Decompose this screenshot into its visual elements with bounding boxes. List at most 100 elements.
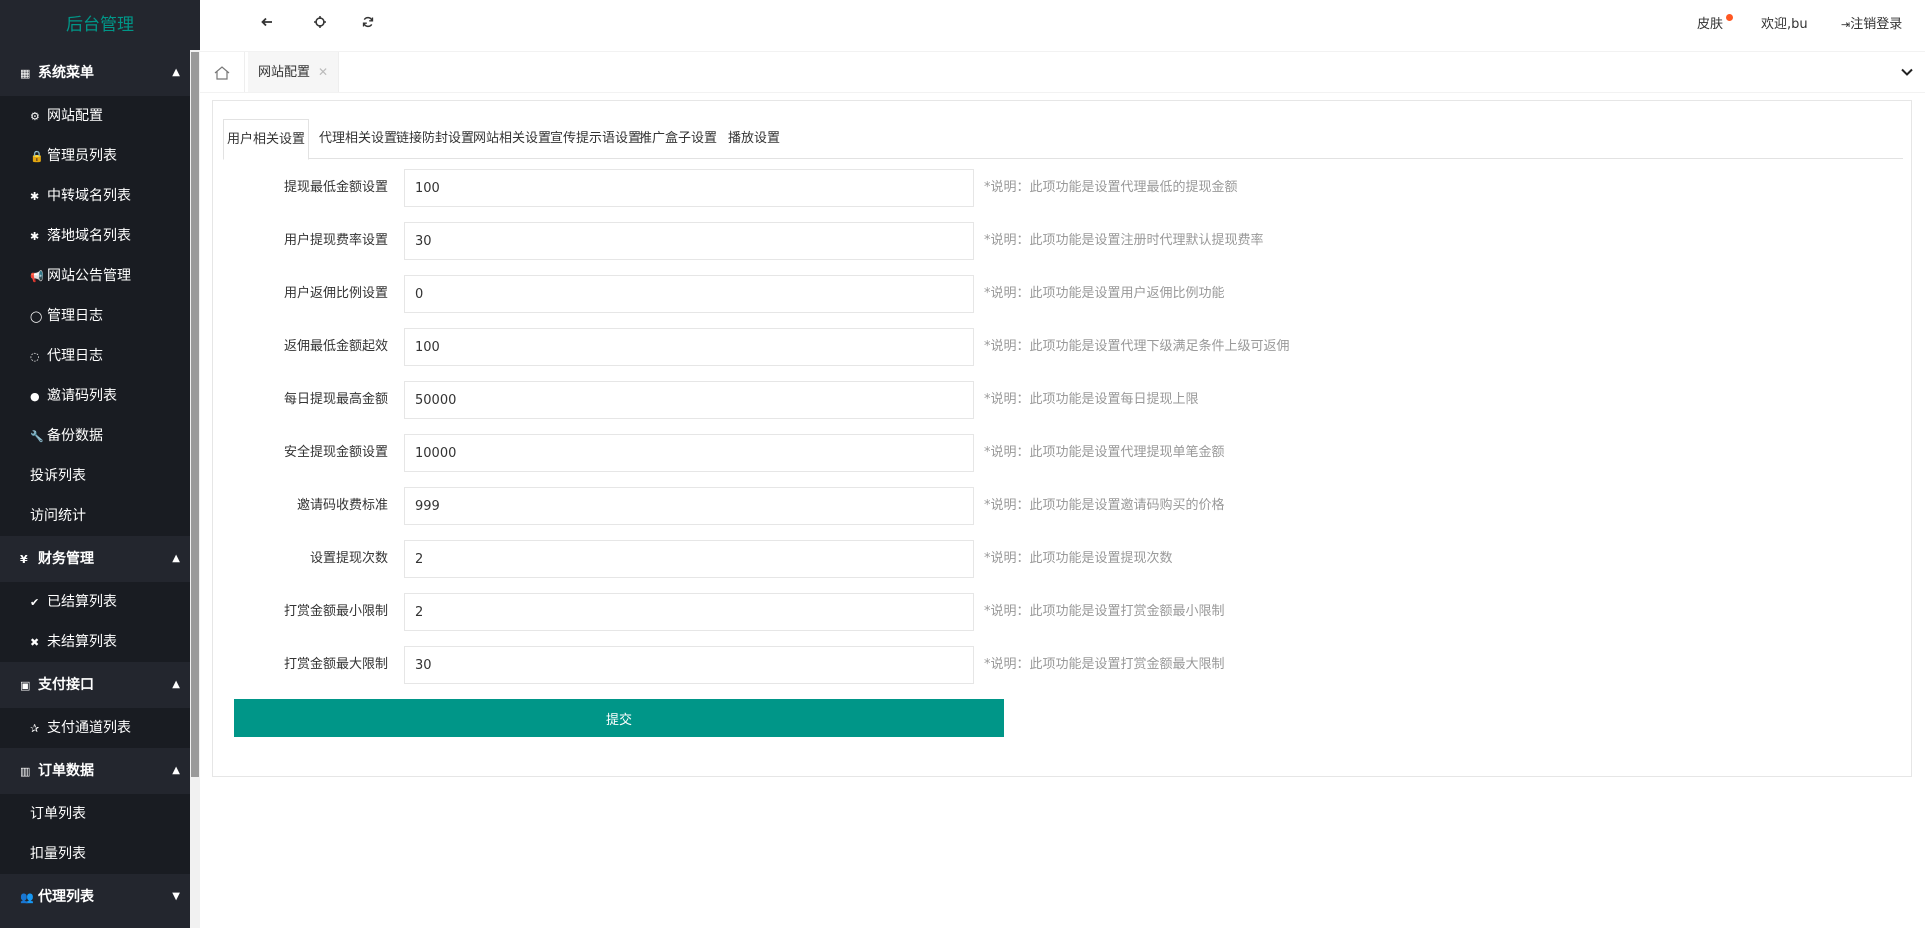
sidebar-item-label: 邀请码列表 — [47, 388, 117, 404]
sidebar-item[interactable]: 访问统计 — [0, 496, 190, 536]
field-input[interactable] — [404, 328, 974, 366]
sidebar-item[interactable]: ✱ 落地域名列表 — [0, 216, 190, 256]
field-tip: *说明：此项功能是设置注册时代理默认提现费率 — [984, 233, 1264, 248]
sidebar-item-label: 已结算列表 — [47, 594, 117, 610]
sidebar-item[interactable]: ✰ 支付通道列表 — [0, 708, 190, 748]
settings-tab[interactable]: 代理相关设置 — [319, 119, 397, 159]
field-tip: *说明：此项功能是设置邀请码购买的价格 — [984, 498, 1225, 513]
field-label: 打赏金额最小限制 — [283, 604, 388, 619]
sidebar-item[interactable]: 订单列表 — [0, 794, 190, 834]
field-tip: *说明：此项功能是设置打赏金额最大限制 — [984, 657, 1225, 672]
form-row: 每日提现最高金额 *说明：此项功能是设置每日提现上限 — [234, 381, 1834, 419]
field-input[interactable] — [404, 646, 974, 684]
form-row: 用户返佣比例设置 *说明：此项功能是设置用户返佣比例功能 — [234, 275, 1834, 313]
sidebar-item-label: 网站公告管理 — [47, 268, 131, 284]
field-label: 邀请码收费标准 — [296, 498, 388, 513]
fullscreen-icon[interactable] — [310, 15, 330, 35]
field-label: 打赏金额最大限制 — [283, 657, 388, 672]
skin-menu[interactable]: 皮肤 — [1697, 0, 1734, 50]
field-input[interactable] — [404, 381, 974, 419]
tab-dropdown-chevron-icon[interactable] — [1901, 52, 1913, 92]
field-input[interactable] — [404, 434, 974, 472]
settings-tab[interactable]: 宣传提示语设置 — [550, 119, 641, 159]
field-tip: *说明：此项功能是设置代理下级满足条件上级可返佣 — [984, 339, 1290, 354]
sidebar-item[interactable]: ✱ 中转域名列表 — [0, 176, 190, 216]
back-arrow-icon[interactable] — [257, 15, 277, 35]
settings-tab[interactable]: 用户相关设置 — [223, 119, 310, 160]
close-tab-icon[interactable]: ✕ — [318, 65, 328, 79]
refresh-icon[interactable] — [358, 15, 378, 35]
field-label: 设置提现次数 — [309, 551, 388, 566]
sidebar-group-items: 订单列表 扣量列表 — [0, 794, 190, 874]
sidebar-group-title: 系统菜单 — [38, 65, 94, 81]
sidebar-item-label: 中转域名列表 — [47, 188, 131, 204]
app-logo[interactable]: 后台管理 — [0, 0, 200, 50]
sidebar-item[interactable]: 📢 网站公告管理 — [0, 256, 190, 296]
times-icon: ✖ — [30, 636, 40, 649]
field-tip: *说明：此项功能是设置提现次数 — [984, 551, 1173, 566]
check-icon: ✔ — [30, 596, 40, 609]
settings-tab[interactable]: 链接防封设置 — [396, 119, 474, 159]
bullhorn-icon: 📢 — [30, 270, 44, 283]
caret-up-icon: ▲ — [172, 679, 180, 690]
home-tab[interactable] — [200, 52, 245, 92]
sidebar-item[interactable]: ✔ 已结算列表 — [0, 582, 190, 622]
welcome-user[interactable]: 欢迎,bu — [1761, 0, 1808, 50]
settings-tab[interactable]: 网站相关设置 — [473, 119, 551, 159]
sidebar-group-header[interactable]: ▥ 订单数据 ▲ — [0, 748, 190, 794]
sidebar-group-header[interactable]: ¥ 财务管理 ▲ — [0, 536, 190, 582]
sidebar-item[interactable]: ● 邀请码列表 — [0, 376, 190, 416]
sidebar-item[interactable]: ◌ 代理日志 — [0, 336, 190, 376]
sidebar-group-title: 代理列表 — [38, 889, 94, 905]
sidebar-item-label: 备份数据 — [47, 428, 103, 444]
tab-label: 网站配置 — [258, 65, 311, 80]
sidebar-group-title: 支付接口 — [38, 677, 94, 693]
form-row: 打赏金额最大限制 *说明：此项功能是设置打赏金额最大限制 — [234, 646, 1834, 684]
sidebar-item[interactable]: ✖ 未结算列表 — [0, 622, 190, 662]
sidebar-item-label: 支付通道列表 — [47, 720, 131, 736]
field-input[interactable] — [404, 487, 974, 525]
settings-tab[interactable]: 推广盒子设置 — [639, 119, 717, 159]
settings-panel: 用户相关设置 代理相关设置 链接防封设置 网站相关设置 宣传提示语设置 推广盒子设置 播放设… — [212, 100, 1912, 777]
sidebar-group-header[interactable]: ▦ 系统菜单 ▲ — [0, 50, 190, 96]
field-input[interactable] — [404, 169, 974, 207]
sidebar-item-label: 投诉列表 — [30, 468, 86, 484]
sidebar-item[interactable]: 扣量列表 — [0, 834, 190, 874]
form-row: 打赏金额最小限制 *说明：此项功能是设置打赏金额最小限制 — [234, 593, 1834, 631]
sidebar-scrollbar-thumb[interactable] — [191, 52, 199, 777]
field-label: 提现最低金额设置 — [283, 180, 388, 195]
form-row: 安全提现金额设置 *说明：此项功能是设置代理提现单笔金额 — [234, 434, 1834, 472]
logout-link[interactable]: ⇥注销登录 — [1841, 0, 1902, 50]
sidebar-item[interactable]: 🔧 备份数据 — [0, 416, 190, 456]
sidebar-item[interactable]: ◯ 管理日志 — [0, 296, 190, 336]
caret-down-icon: ▼ — [172, 891, 180, 902]
field-input[interactable] — [404, 593, 974, 631]
field-label: 用户返佣比例设置 — [283, 286, 388, 301]
sidebar-item-label: 管理员列表 — [47, 148, 117, 164]
field-tip: *说明：此项功能是设置每日提现上限 — [984, 392, 1199, 407]
sidebar-item[interactable]: 投诉列表 — [0, 456, 190, 496]
bar-chart-icon: ▥ — [20, 765, 31, 778]
settings-tab[interactable]: 播放设置 — [728, 119, 780, 159]
home-icon — [214, 65, 230, 80]
field-input[interactable] — [404, 275, 974, 313]
comments-icon: ◌ — [30, 350, 40, 363]
form-row: 提现最低金额设置 *说明：此项功能是设置代理最低的提现金额 — [234, 169, 1834, 207]
submit-button[interactable]: 提交 — [234, 699, 1004, 737]
gear-icon: ✱ — [30, 230, 40, 243]
sidebar-item[interactable]: ⚙ 网站配置 — [0, 96, 190, 136]
grid-icon: ▦ — [20, 67, 31, 80]
sidebar-group-header[interactable]: ▣ 支付接口 ▲ — [0, 662, 190, 708]
field-input[interactable] — [404, 222, 974, 260]
field-label: 每日提现最高金额 — [283, 392, 388, 407]
field-input[interactable] — [404, 540, 974, 578]
sidebar-item-label: 落地域名列表 — [47, 228, 131, 244]
sidebar-item[interactable]: 🔒 管理员列表 — [0, 136, 190, 176]
tab-site-config[interactable]: 网站配置 ✕ — [248, 52, 340, 92]
logout-label: 注销登录 — [1850, 17, 1903, 32]
field-tip: *说明：此项功能是设置打赏金额最小限制 — [984, 604, 1225, 619]
sidebar-group-header[interactable]: 👥 代理列表 ▼ — [0, 874, 190, 920]
sign-out-icon: ⇥ — [1841, 18, 1851, 31]
sidebar-scrollbar[interactable] — [190, 50, 200, 928]
gear-icon: ✱ — [30, 190, 40, 203]
